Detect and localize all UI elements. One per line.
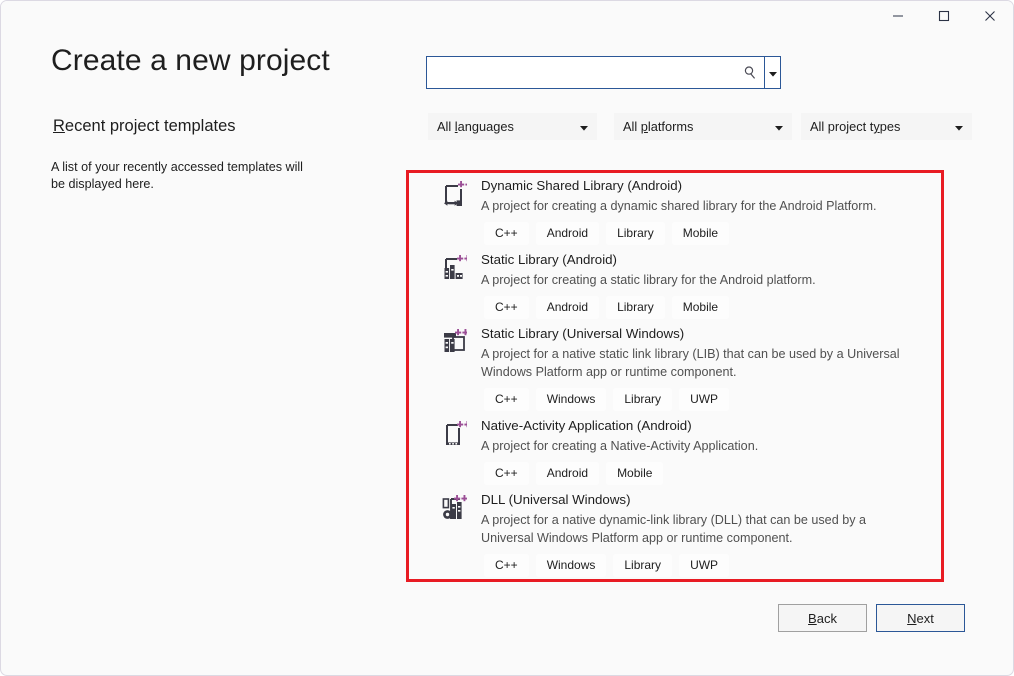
template-title: Native-Activity Application (Android) (481, 418, 692, 433)
filter-all-platforms[interactable]: All platforms (614, 113, 792, 140)
filter-platforms-label: All platforms (623, 119, 694, 134)
search-dropdown-button[interactable] (764, 57, 780, 88)
filter-types-label: All project types (810, 119, 901, 134)
recent-heading-mnemonic: R (53, 117, 65, 135)
template-title: Static Library (Android) (481, 252, 617, 267)
filter-languages-label: All languages (437, 119, 514, 134)
template-tag: Mobile (606, 462, 664, 485)
template-tag: Library (613, 554, 673, 577)
filter-all-languages[interactable]: All languages (428, 113, 597, 140)
dll-uwp-icon (437, 495, 471, 577)
template-tag: Windows (535, 388, 607, 411)
template-title: DLL (Universal Windows) (481, 492, 631, 507)
template-description: A project for creating a dynamic shared … (481, 199, 877, 213)
minimize-button[interactable] (875, 1, 921, 31)
recent-templates-empty-text: A list of your recently accessed templat… (51, 160, 303, 191)
static-library-android-icon (437, 255, 471, 319)
chevron-down-icon (775, 118, 783, 136)
template-tag-list: C++ Android Library Mobile (484, 222, 934, 245)
template-tag: Android (535, 462, 600, 485)
chevron-down-icon (768, 64, 777, 82)
maximize-button[interactable] (921, 1, 967, 31)
template-tag: Library (606, 296, 665, 319)
template-tag-list: C++ Android Mobile (484, 462, 934, 485)
template-description: A project for creating a Native-Activity… (481, 439, 759, 453)
template-tag: C++ (484, 462, 529, 485)
template-tag-list: C++ Android Library Mobile (484, 296, 934, 319)
next-button-label: Next (907, 610, 934, 626)
template-body: Static Library (Universal Windows) A proj… (481, 325, 942, 411)
close-icon (984, 10, 996, 22)
close-button[interactable] (967, 1, 1013, 31)
filter-all-project-types[interactable]: All project types (801, 113, 972, 140)
template-tag-list: C++ Windows Library UWP (484, 388, 934, 411)
template-body: Static Library (Android) A project for cr… (481, 251, 942, 319)
create-project-dialog: Create a new project Recent project temp… (0, 0, 1014, 676)
recent-heading-rest: ecent project templates (64, 117, 236, 135)
template-list-item[interactable]: Static Library (Android) A project for cr… (408, 245, 942, 319)
static-library-uwp-icon (437, 329, 471, 411)
template-tag: C++ (484, 296, 529, 319)
chevron-down-icon (580, 118, 588, 136)
title-bar (1, 1, 1013, 37)
template-list-item[interactable]: Static Library (Universal Windows) A proj… (408, 319, 942, 411)
template-tag: Android (535, 222, 600, 245)
template-body: Native-Activity Application (Android) A p… (481, 417, 942, 485)
project-template-list[interactable]: Dynamic Shared Library (Android) A projec… (408, 171, 942, 581)
template-list-item[interactable]: Dynamic Shared Library (Android) A projec… (408, 171, 942, 245)
minimize-icon (892, 10, 904, 22)
chevron-down-icon (955, 118, 963, 136)
template-tag-list: C++ Windows Library UWP (484, 554, 934, 577)
template-tag: UWP (679, 388, 730, 411)
template-tag: Mobile (671, 296, 730, 319)
template-body: Dynamic Shared Library (Android) A projec… (481, 177, 942, 245)
template-tag: Library (606, 222, 665, 245)
native-activity-application-android-icon (437, 421, 471, 485)
template-description: A project for a native dynamic-link libr… (481, 513, 866, 545)
template-description: A project for creating a static library … (481, 273, 816, 287)
template-body: DLL (Universal Windows) A project for a n… (481, 491, 942, 577)
template-tag: Library (613, 388, 673, 411)
template-tag: Mobile (671, 222, 730, 245)
template-description: A project for a native static link libra… (481, 347, 900, 379)
back-button[interactable]: Back (778, 604, 867, 632)
back-button-label: Back (808, 610, 837, 626)
template-list-item[interactable]: Native-Activity Application (Android) A p… (408, 411, 942, 485)
dynamic-shared-library-android-icon (437, 181, 471, 245)
template-tag: UWP (679, 554, 730, 577)
template-title: Dynamic Shared Library (Android) (481, 178, 683, 193)
search-icon (736, 57, 764, 88)
maximize-icon (938, 10, 950, 22)
next-button[interactable]: Next (876, 604, 965, 632)
recent-project-templates-heading: Recent project templates (53, 117, 236, 136)
template-title: Static Library (Universal Windows) (481, 326, 685, 341)
template-tag: C++ (484, 222, 529, 245)
page-title: Create a new project (51, 44, 330, 77)
search-input[interactable] (427, 57, 736, 88)
template-tag: C++ (484, 388, 529, 411)
search-box[interactable] (426, 56, 781, 89)
template-tag: C++ (484, 554, 529, 577)
template-tag: Android (535, 296, 600, 319)
template-list-item[interactable]: DLL (Universal Windows) A project for a n… (408, 485, 942, 577)
template-tag: Windows (535, 554, 607, 577)
